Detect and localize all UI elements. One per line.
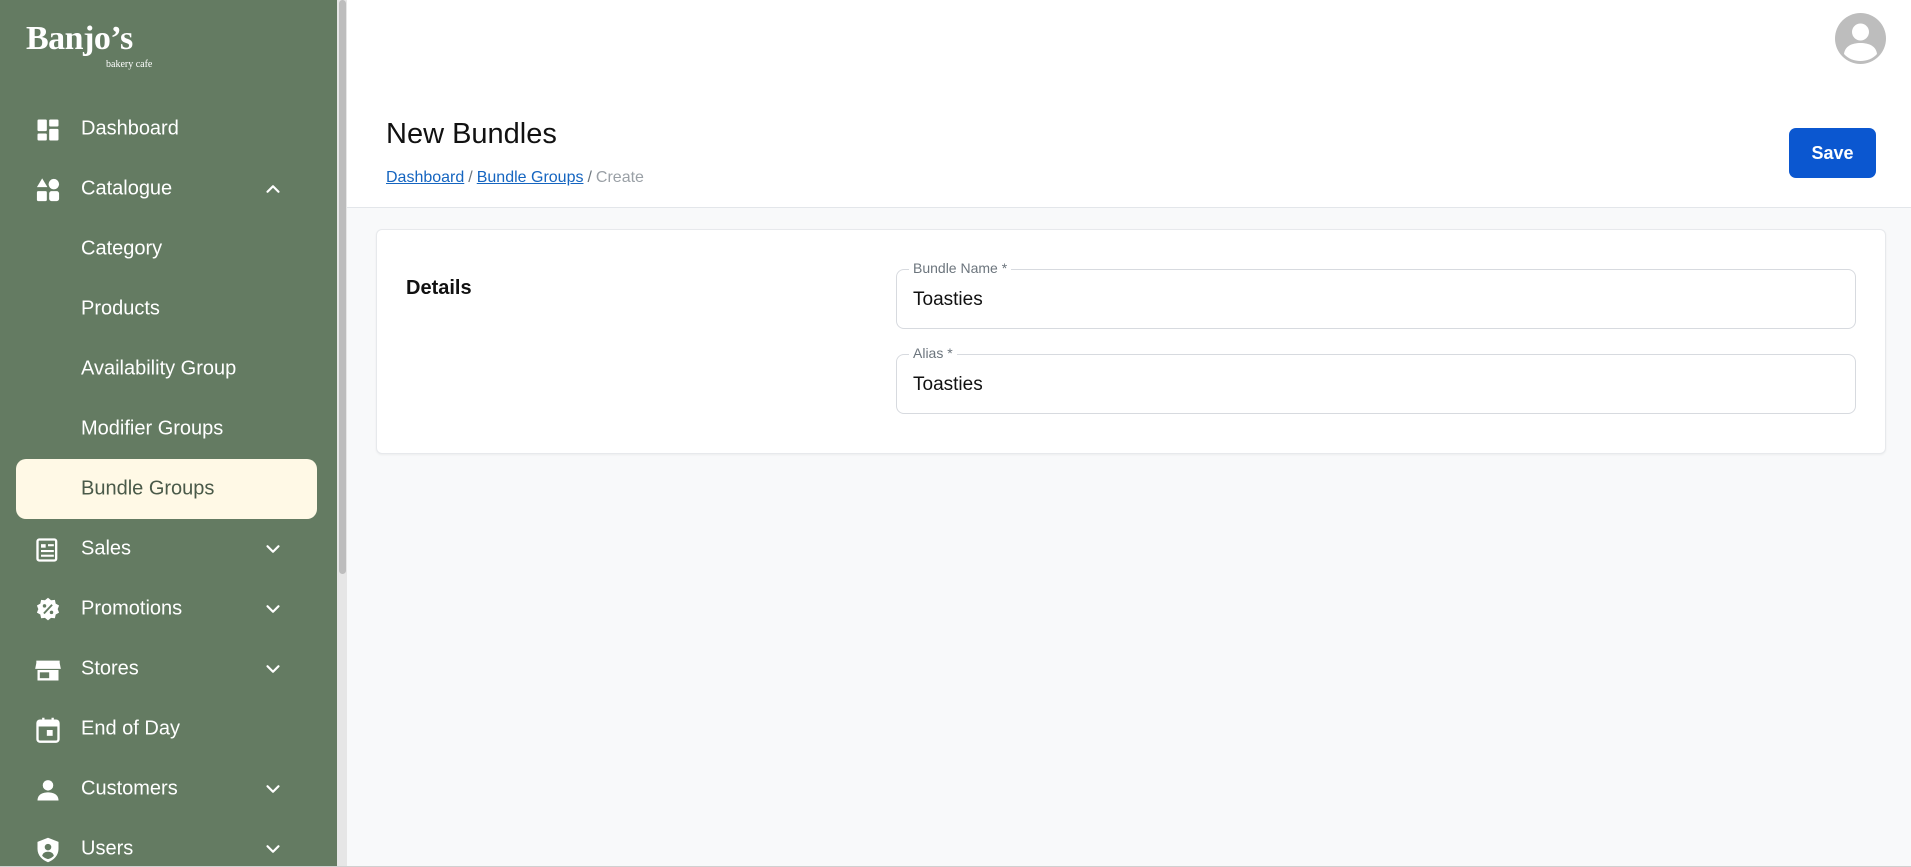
storefront-icon xyxy=(35,660,61,681)
save-button[interactable]: Save xyxy=(1789,128,1876,178)
breadcrumb-separator: / xyxy=(468,169,473,186)
sidebar-item-label: Customers xyxy=(81,777,178,800)
bundle-name-input[interactable] xyxy=(913,286,1833,314)
sidebar-item-customers[interactable]: Customers xyxy=(16,759,317,819)
sidebar-item-dashboard[interactable]: Dashboard xyxy=(16,99,317,159)
alias-input[interactable] xyxy=(913,371,1833,399)
sidebar-item-promotions[interactable]: Promotions xyxy=(16,579,317,639)
brand-logo[interactable]: Banjo’s bakery cafe xyxy=(26,20,152,71)
brand-name: Banjo’s xyxy=(26,20,133,57)
sidebar-item-label: Products xyxy=(81,297,160,320)
breadcrumb-current: Create xyxy=(595,169,644,186)
chevron-down-icon[interactable] xyxy=(262,538,284,560)
alias-label: Alias * xyxy=(909,345,957,361)
breadcrumb-dashboard-link[interactable]: Dashboard xyxy=(386,169,464,186)
breadcrumb-bundle-groups-link[interactable]: Bundle Groups xyxy=(477,169,584,186)
bundle-name-label: Bundle Name * xyxy=(909,260,1012,276)
sidebar-item-label: Modifier Groups xyxy=(81,417,224,440)
sidebar-item-label: Catalogue xyxy=(81,177,173,200)
chevron-up-icon[interactable] xyxy=(262,178,284,200)
chevron-down-icon[interactable] xyxy=(262,598,284,620)
discount-badge-icon xyxy=(36,597,60,621)
sidebar-item-label: Availability Group xyxy=(81,357,237,380)
shield-user-icon xyxy=(37,837,59,863)
calendar-icon xyxy=(36,717,60,743)
sidebar-item-end-of-day[interactable]: End of Day xyxy=(16,699,317,759)
sidebar-item-bundle-groups[interactable]: Bundle Groups xyxy=(16,459,317,519)
sidebar-item-label: Bundle Groups xyxy=(81,477,215,500)
chevron-down-icon[interactable] xyxy=(262,778,284,800)
person-icon xyxy=(1844,23,1877,61)
sidebar: Banjo’s bakery cafe Dashboard Catalogue … xyxy=(0,0,337,867)
details-section-title: Details xyxy=(406,277,472,299)
details-card xyxy=(376,229,1886,454)
brand-tagline: bakery cafe xyxy=(106,59,153,70)
sidebar-item-label: Category xyxy=(81,237,163,260)
sidebar-item-label: Stores xyxy=(81,657,139,680)
sidebar-item-category[interactable]: Category xyxy=(16,219,317,279)
sidebar-item-label: Users xyxy=(81,837,134,860)
sidebar-item-label: Sales xyxy=(81,537,132,560)
sidebar-item-availability-group[interactable]: Availability Group xyxy=(16,339,317,399)
page-title: New Bundles xyxy=(386,118,557,150)
bundle-name-field[interactable]: Bundle Name * xyxy=(896,260,1856,329)
breadcrumb-separator: / xyxy=(587,169,592,186)
sidebar-item-products[interactable]: Products xyxy=(16,279,317,339)
alias-field[interactable]: Alias * xyxy=(896,345,1856,414)
sidebar-item-sales[interactable]: Sales xyxy=(16,519,317,579)
sidebar-item-label: Dashboard xyxy=(81,117,179,140)
chevron-down-icon[interactable] xyxy=(262,658,284,680)
sidebar-item-stores[interactable]: Stores xyxy=(16,639,317,699)
sidebar-item-catalogue[interactable]: Catalogue xyxy=(16,159,317,219)
sidebar-item-users[interactable]: Users xyxy=(16,819,317,867)
chevron-down-icon[interactable] xyxy=(262,838,284,860)
category-shapes-icon xyxy=(36,178,60,202)
user-avatar[interactable] xyxy=(1835,13,1886,64)
person-icon xyxy=(37,780,59,801)
sidebar-item-label: Promotions xyxy=(81,597,183,620)
receipt-icon xyxy=(36,538,58,562)
sidebar-scrollbar-thumb[interactable] xyxy=(339,0,346,574)
sidebar-item-modifier-groups[interactable]: Modifier Groups xyxy=(16,399,317,459)
breadcrumb: Dashboard / Bundle Groups / Create xyxy=(386,169,644,187)
sidebar-item-label: End of Day xyxy=(81,717,180,740)
dashboard-icon xyxy=(37,119,59,141)
